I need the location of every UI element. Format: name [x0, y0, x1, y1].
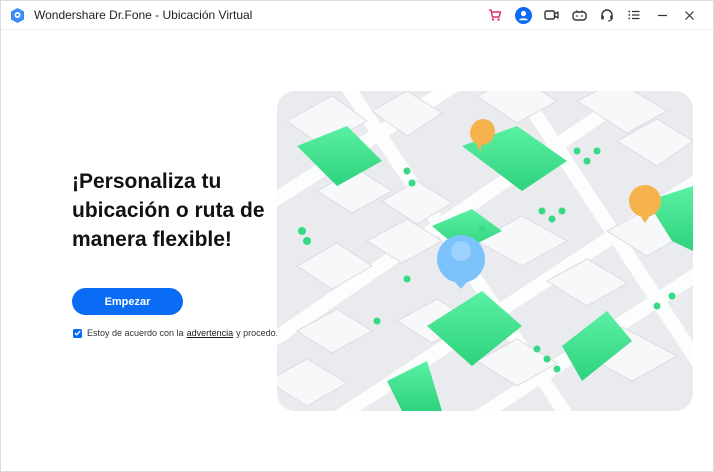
agreement-checkbox[interactable]	[73, 328, 82, 338]
app-window: Wondershare Dr.Fone - Ubicación Virtual …	[0, 0, 714, 472]
shopping-cart-icon[interactable]	[486, 6, 504, 24]
agreement-prefix: Estoy de acuerdo con la	[87, 328, 184, 338]
account-icon[interactable]	[514, 6, 532, 24]
map-artwork	[277, 91, 693, 411]
gamepad-icon[interactable]	[570, 6, 588, 24]
video-camera-icon[interactable]	[542, 6, 560, 24]
title-bar: Wondershare Dr.Fone - Ubicación Virtual	[1, 1, 713, 30]
start-button[interactable]: Empezar	[72, 288, 183, 315]
warning-link[interactable]: advertencia	[187, 328, 234, 338]
headline-line-3: manera flexible!	[72, 228, 232, 251]
window-title: Wondershare Dr.Fone - Ubicación Virtual	[34, 8, 253, 22]
headline-line-1: ¡Personaliza tu	[72, 170, 222, 193]
city-map-illustration	[277, 91, 693, 411]
list-icon[interactable]	[625, 6, 643, 24]
agreement-suffix: y procedo.	[236, 328, 279, 338]
close-icon[interactable]	[680, 6, 698, 24]
dr-fone-logo-icon	[11, 8, 24, 23]
agreement-row: Estoy de acuerdo con la advertencia y pr…	[73, 326, 278, 340]
minimize-icon[interactable]	[653, 6, 671, 24]
headset-icon[interactable]	[598, 6, 616, 24]
headline: ¡Personaliza tu ubicación o ruta de mane…	[72, 167, 282, 254]
checkmark-icon	[74, 330, 81, 336]
headline-line-2: ubicación o ruta de	[72, 199, 265, 222]
